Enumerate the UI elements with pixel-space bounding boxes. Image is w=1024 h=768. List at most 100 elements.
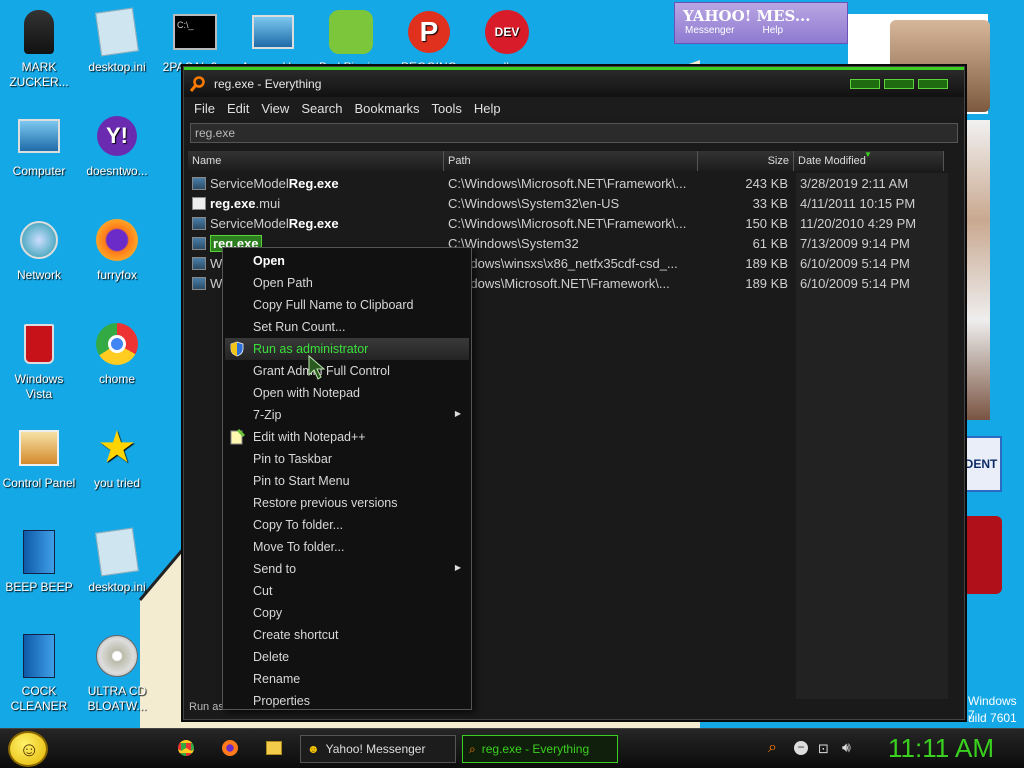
desktop-icon[interactable]: DEVyou all are... bbox=[468, 8, 546, 75]
desktop-icon[interactable]: ★ you tried bbox=[78, 424, 156, 491]
desktop-icon[interactable]: Control Panel bbox=[0, 424, 78, 491]
desktop-icon[interactable]: COCK CLEANER bbox=[0, 632, 78, 714]
desktop-icon[interactable]: desktop.ini bbox=[78, 7, 156, 75]
menu-edit[interactable]: Edit bbox=[221, 101, 255, 116]
yahoo-sub-help[interactable]: Help bbox=[762, 25, 783, 36]
table-row[interactable]: reg.exe.mui C:\Windows\System32\en-US 33 K… bbox=[188, 193, 950, 213]
desktop-icon[interactable]: Y! doesntwo... bbox=[78, 112, 156, 179]
cell-date: 11/20/2010 4:29 PM bbox=[800, 215, 917, 231]
table-row[interactable]: ServiceModelReg.exe C:\Windows\Microsoft.… bbox=[188, 213, 950, 233]
desktop-icon[interactable]: BEEP BEEP bbox=[0, 528, 78, 595]
close-button[interactable] bbox=[918, 79, 948, 89]
tray-everything-icon[interactable]: ⌕ bbox=[768, 739, 777, 757]
menu-item[interactable]: Edit with Notepad++ bbox=[225, 426, 469, 448]
menu-file[interactable]: File bbox=[188, 101, 221, 116]
menu-view[interactable]: View bbox=[255, 101, 295, 116]
desktop-icon-label: BEEP BEEP bbox=[5, 580, 73, 594]
file-icon bbox=[192, 216, 206, 230]
menu-item[interactable]: Copy Full Name to Clipboard bbox=[225, 294, 469, 316]
desktop-icon[interactable]: ULTRA CD BLOATW... bbox=[78, 632, 156, 714]
cell-date: 6/10/2009 5:14 PM bbox=[800, 255, 910, 271]
desktop-icon-label: chome bbox=[98, 372, 136, 386]
menu-item[interactable]: Cut bbox=[225, 580, 469, 602]
desktop-icon[interactable]: desktop.ini bbox=[78, 527, 156, 595]
quicklaunch-explorer-icon[interactable] bbox=[266, 741, 282, 755]
desktop-icon[interactable]: MARK ZUCKER... bbox=[0, 8, 78, 90]
quicklaunch-chrome-icon[interactable] bbox=[178, 740, 194, 756]
name-suffix: .mui bbox=[255, 195, 281, 211]
menu-item[interactable]: Restore previous versions bbox=[225, 492, 469, 514]
yahoo-sub-messenger[interactable]: Messenger bbox=[685, 25, 734, 36]
title-bar[interactable]: reg.exe - Everything bbox=[184, 67, 964, 97]
cmd-icon: C:\_ bbox=[171, 8, 219, 56]
menu-item[interactable]: Set Run Count... bbox=[225, 316, 469, 338]
taskbar-everything[interactable]: ⌕ reg.exe - Everything bbox=[462, 735, 618, 763]
tray-network-icon[interactable]: ⊡ bbox=[818, 741, 829, 757]
col-size-header[interactable]: Size bbox=[698, 151, 794, 171]
menu-search[interactable]: Search bbox=[295, 101, 348, 116]
desktop-icon[interactable]: chome bbox=[78, 320, 156, 387]
desktop-icon-label: you tried bbox=[93, 476, 141, 490]
desktop-icon[interactable]: PPEGGING bbox=[390, 8, 468, 75]
sort-arrow-icon: ▼ bbox=[864, 150, 872, 159]
desktop-icon-label: Computer bbox=[12, 164, 66, 178]
maximize-button[interactable] bbox=[884, 79, 914, 89]
menu-item-label: Send to bbox=[253, 562, 297, 576]
menu-item[interactable]: Copy To folder... bbox=[225, 514, 469, 536]
file-icon bbox=[192, 196, 206, 210]
everything-search-icon: ⌕ bbox=[469, 741, 476, 756]
menu-help[interactable]: Help bbox=[468, 101, 507, 116]
name-match: Reg.exe bbox=[288, 215, 339, 231]
menu-item[interactable]: Copy bbox=[225, 602, 469, 624]
menu-item[interactable]: Rename bbox=[225, 668, 469, 690]
file-name: W bbox=[210, 256, 222, 271]
quicklaunch-firefox-icon[interactable] bbox=[222, 740, 238, 756]
menu-item[interactable]: 7-Zip ▶ bbox=[225, 404, 469, 426]
menu-item[interactable]: Properties bbox=[225, 690, 469, 712]
cell-path: Windows\winsxs\x86_netfx35cdf-csd_... bbox=[448, 255, 678, 271]
cell-size: 243 KB bbox=[745, 175, 788, 191]
desktop-icon-label: furryfox bbox=[96, 268, 137, 282]
cell-date: 7/13/2009 9:14 PM bbox=[800, 235, 910, 251]
desktop-icon[interactable]: Amone Ur... bbox=[234, 8, 312, 75]
col-date-header[interactable]: Date Modified ▼ bbox=[794, 150, 944, 171]
clock[interactable]: 11:11 AM bbox=[888, 733, 994, 764]
notepadpp-icon bbox=[229, 428, 246, 445]
menu-item[interactable]: Pin to Start Menu bbox=[225, 470, 469, 492]
desktop-icon[interactable]: Bad Piggies bbox=[312, 8, 390, 75]
col-name-header[interactable]: Name bbox=[188, 151, 444, 171]
start-button[interactable]: ☺ bbox=[8, 731, 48, 767]
tray-volume-icon[interactable]: 🔊︎ bbox=[842, 739, 851, 756]
file-name: reg.exe.mui bbox=[210, 196, 280, 211]
desktop-icon-label: desktop.ini bbox=[88, 60, 146, 74]
col-path-header[interactable]: Path bbox=[444, 151, 698, 171]
desktop-icon[interactable]: Windows Vista bbox=[0, 320, 78, 402]
menu-item[interactable]: Grant Admin Full Control bbox=[225, 360, 469, 382]
book-icon bbox=[15, 632, 63, 680]
search-input[interactable]: reg.exe bbox=[190, 123, 958, 143]
desktop-icon-label: MARK ZUCKER... bbox=[9, 60, 69, 89]
desktop-icon[interactable]: Computer bbox=[0, 112, 78, 179]
tray-minus-icon[interactable]: − bbox=[794, 741, 808, 755]
taskbar-yahoo-messenger[interactable]: ☻ Yahoo! Messenger bbox=[300, 735, 456, 763]
window-title: reg.exe - Everything bbox=[214, 76, 322, 91]
yahoo-messenger-widget[interactable]: YAHOO! MES... Messenger Help bbox=[674, 2, 848, 44]
desktop-icon[interactable]: C:\_2PACAL 2... bbox=[156, 8, 234, 75]
menu-item[interactable]: Send to ▶ bbox=[225, 558, 469, 580]
minimize-button[interactable] bbox=[850, 79, 880, 89]
menu-item[interactable]: Move To folder... bbox=[225, 536, 469, 558]
menu-item[interactable]: Open bbox=[225, 250, 469, 272]
menu-item[interactable]: Open with Notepad bbox=[225, 382, 469, 404]
cell-name: ServiceModelReg.exe bbox=[188, 176, 444, 191]
desktop-icon[interactable]: furryfox bbox=[78, 216, 156, 283]
menu-item[interactable]: Delete bbox=[225, 646, 469, 668]
menu-item[interactable]: Run as administrator bbox=[225, 338, 469, 360]
menu-item[interactable]: Create shortcut bbox=[225, 624, 469, 646]
network-icon bbox=[15, 216, 63, 264]
desktop-icon[interactable]: Network bbox=[0, 216, 78, 283]
menu-bookmarks[interactable]: Bookmarks bbox=[349, 101, 426, 116]
menu-item[interactable]: Pin to Taskbar bbox=[225, 448, 469, 470]
table-row[interactable]: ServiceModelReg.exe C:\Windows\Microsoft.… bbox=[188, 173, 950, 193]
menu-item[interactable]: Open Path bbox=[225, 272, 469, 294]
menu-tools[interactable]: Tools bbox=[426, 101, 468, 116]
